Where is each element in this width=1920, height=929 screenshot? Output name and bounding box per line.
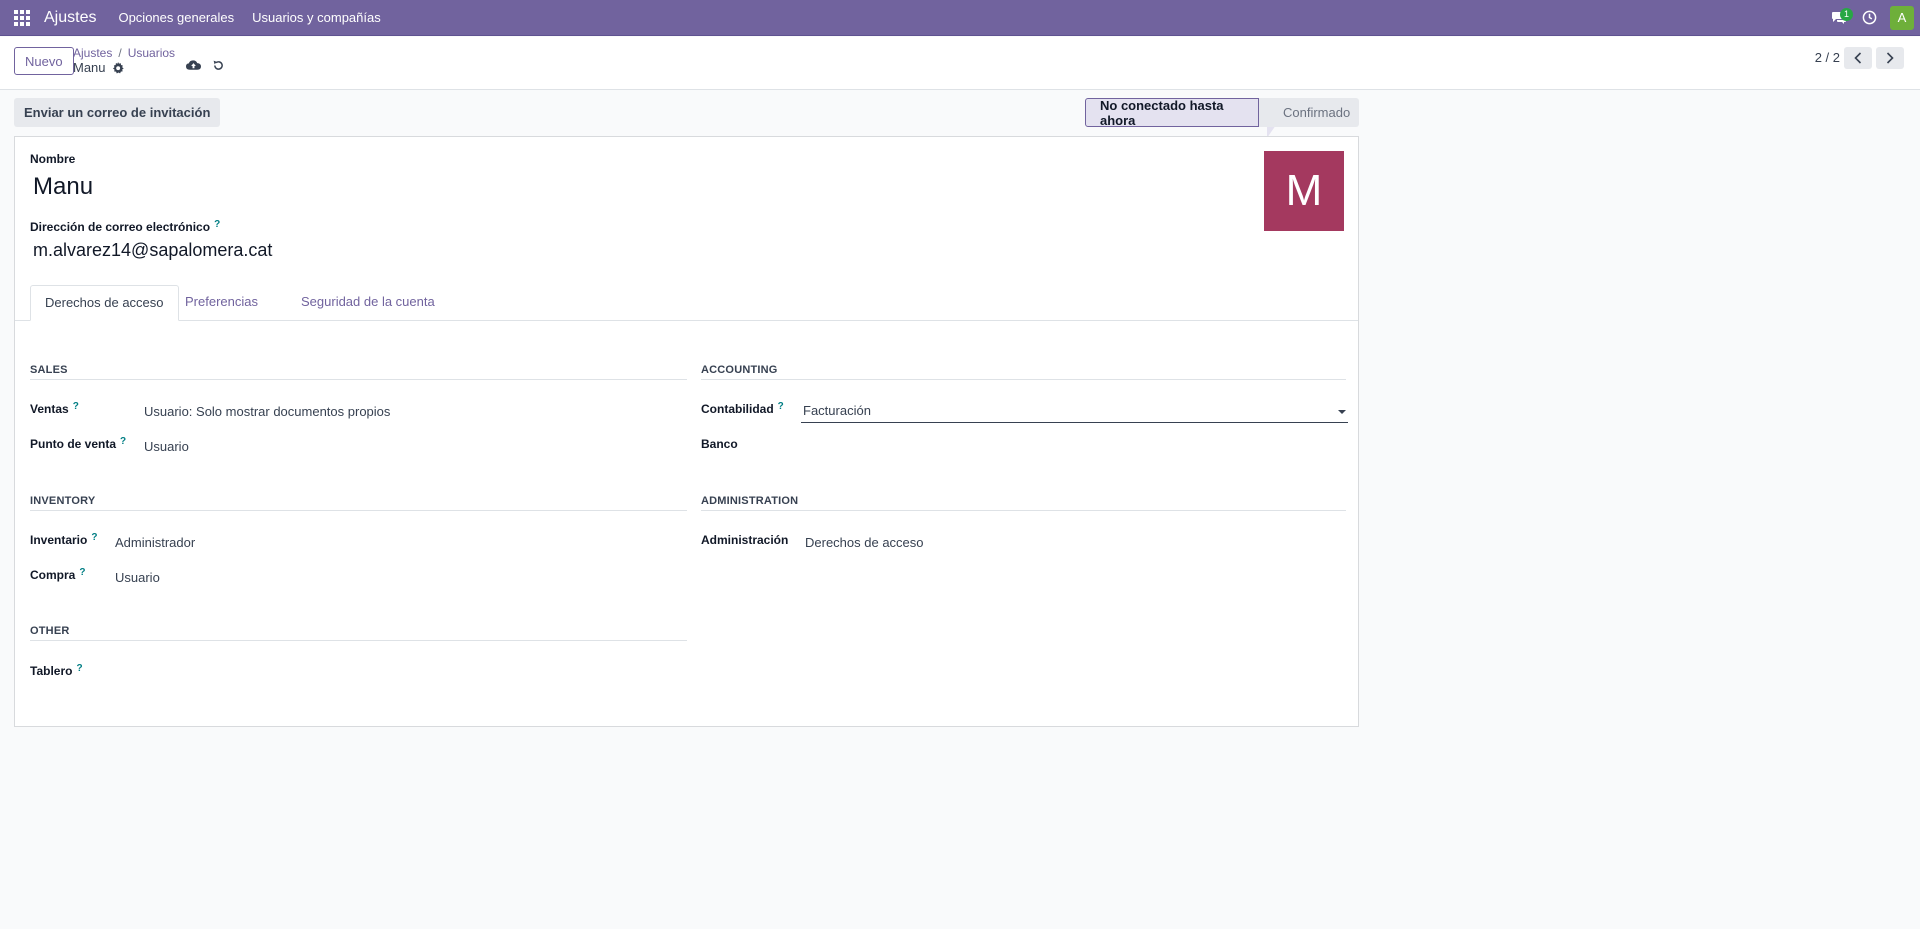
activity-clock-icon[interactable] [1854, 0, 1884, 36]
chat-icon[interactable]: 1 [1824, 0, 1854, 36]
group-title-inventory: INVENTORY [30, 495, 687, 511]
administracion-select[interactable]: Derechos de acceso [805, 535, 924, 550]
banco-label: Banco [701, 437, 738, 451]
gear-icon[interactable] [112, 61, 124, 74]
name-input[interactable]: Manu [33, 173, 93, 201]
contabilidad-value: Facturación [803, 403, 871, 418]
discard-undo-icon[interactable] [212, 59, 225, 75]
tab-seguridad-cuenta[interactable]: Seguridad de la cuenta [287, 285, 449, 321]
inventario-label: Inventario? [30, 532, 98, 547]
inventario-select[interactable]: Administrador [115, 535, 195, 550]
breadcrumb-usuarios[interactable]: Usuarios [128, 46, 175, 60]
ventas-label: Ventas? [30, 401, 79, 416]
ventas-select[interactable]: Usuario: Solo mostrar documentos propios [144, 404, 390, 419]
breadcrumb-separator: / [118, 46, 122, 60]
status-not-connected[interactable]: No conectado hasta ahora [1085, 97, 1276, 138]
user-avatar-image[interactable]: M [1264, 151, 1344, 231]
chat-count-badge: 1 [1840, 7, 1853, 21]
group-title-other: OTHER [30, 625, 687, 641]
form-sheet: Nombre Manu Dirección de correo electrón… [14, 136, 1359, 727]
tablero-label: Tablero? [30, 663, 83, 678]
email-label: Dirección de correo electrónico? [30, 219, 221, 234]
help-tooltip-icon[interactable]: ? [76, 663, 82, 674]
record-title: Manu [73, 60, 124, 75]
menu-opciones-generales[interactable]: Opciones generales [118, 10, 234, 25]
pager-previous-button[interactable] [1844, 47, 1872, 69]
pager-value[interactable]: 2 / 2 [1815, 50, 1840, 65]
apps-menu-icon[interactable] [0, 0, 44, 36]
help-tooltip-icon[interactable]: ? [214, 219, 220, 230]
user-avatar[interactable]: A [1890, 5, 1914, 30]
contabilidad-select[interactable]: Facturación [801, 401, 1348, 423]
pager-next-button[interactable] [1876, 47, 1904, 69]
help-tooltip-icon[interactable]: ? [79, 567, 85, 578]
tab-derechos-de-acceso[interactable]: Derechos de acceso [30, 285, 179, 321]
caret-down-icon [1338, 410, 1346, 414]
status-active-label: No conectado hasta ahora [1100, 97, 1224, 128]
compra-label: Compra? [30, 567, 86, 582]
record-name: Manu [73, 60, 106, 75]
tab-preferencias[interactable]: Preferencias [171, 285, 272, 321]
status-confirmed[interactable]: Confirmado [1259, 98, 1359, 127]
help-tooltip-icon[interactable]: ? [91, 532, 97, 543]
name-label: Nombre [30, 152, 76, 166]
status-bar: No conectado hasta ahora Confirmado [1085, 97, 1359, 138]
menu-usuarios-companias[interactable]: Usuarios y compañías [252, 10, 381, 25]
group-title-accounting: ACCOUNTING [701, 364, 1346, 380]
help-tooltip-icon[interactable]: ? [73, 401, 79, 412]
form-tabs: Derechos de acceso Preferencias Segurida… [15, 285, 1358, 321]
save-cloud-icon[interactable] [186, 59, 201, 74]
compra-select[interactable]: Usuario [115, 570, 160, 585]
breadcrumb-ajustes[interactable]: Ajustes [73, 46, 112, 60]
new-button[interactable]: Nuevo [14, 47, 74, 75]
punto-de-venta-label: Punto de venta? [30, 436, 127, 451]
punto-de-venta-select[interactable]: Usuario [144, 439, 189, 454]
email-input[interactable]: m.alvarez14@sapalomera.cat [33, 240, 272, 261]
send-invitation-button[interactable]: Enviar un correo de invitación [14, 98, 221, 127]
contabilidad-label: Contabilidad? [701, 401, 784, 416]
status-next-label: Confirmado [1283, 105, 1351, 120]
group-title-sales: SALES [30, 364, 687, 380]
control-panel: Nuevo Ajustes / Usuarios Manu 2 / 2 [0, 37, 1920, 90]
breadcrumb: Ajustes / Usuarios [73, 46, 175, 60]
chevron-left-icon [1854, 52, 1862, 64]
app-name[interactable]: Ajustes [44, 9, 96, 27]
group-title-administration: ADMINISTRATION [701, 495, 1346, 511]
help-tooltip-icon[interactable]: ? [778, 401, 784, 412]
help-tooltip-icon[interactable]: ? [120, 436, 126, 447]
administracion-label: Administración [701, 533, 789, 547]
top-navbar: Ajustes Opciones generales Usuarios y co… [0, 0, 1920, 36]
chevron-right-icon [1886, 52, 1894, 64]
